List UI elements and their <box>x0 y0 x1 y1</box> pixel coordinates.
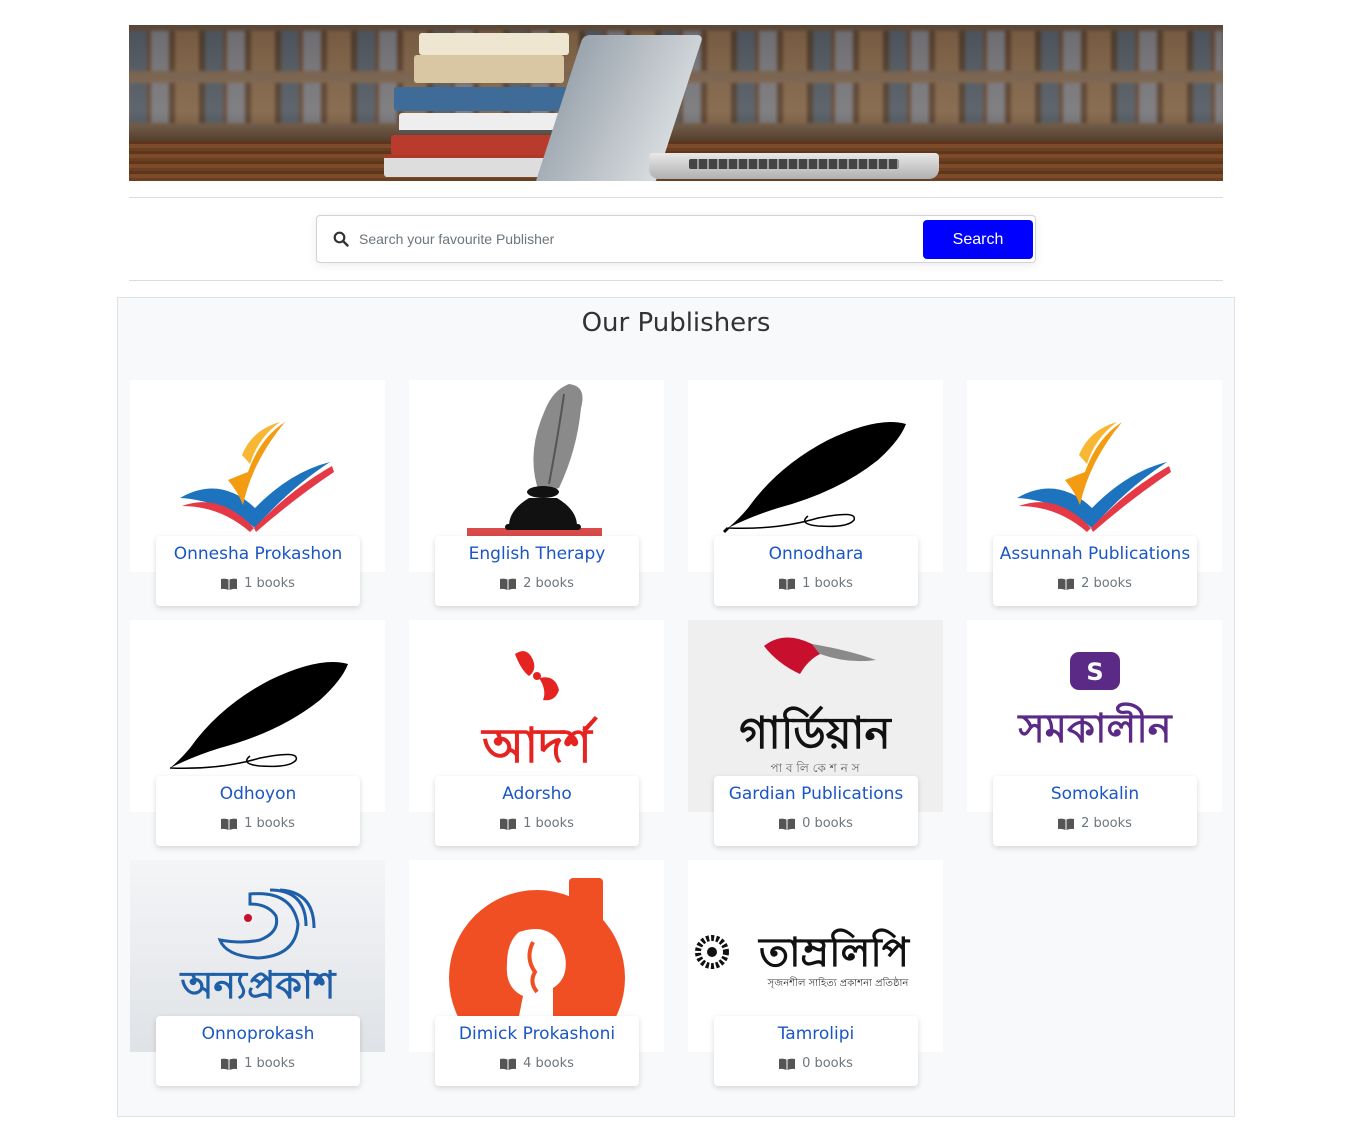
book-open-icon <box>500 578 517 590</box>
publisher-info: Onnodhara 1 books <box>714 536 918 606</box>
publisher-name-link[interactable]: English Therapy <box>435 544 639 564</box>
publisher-name-link[interactable]: Tamrolipi <box>714 1024 918 1044</box>
search-button[interactable]: Search <box>923 220 1033 259</box>
book-count-label: 0 books <box>802 816 853 831</box>
book-count: 1 books <box>435 816 639 831</box>
publisher-card[interactable]: English Therapy 2 books <box>409 380 664 610</box>
book-count-label: 4 books <box>523 1056 574 1071</box>
book-count-label: 2 books <box>523 576 574 591</box>
publisher-card[interactable]: আদর্শ Adorsho 1 books <box>409 620 664 850</box>
publisher-info: Dimick Prokashoni 4 books <box>435 1016 639 1086</box>
publisher-card[interactable]: তাম্রলিপি সৃজনশীল সাহিত্য প্রকাশনা প্রতি… <box>688 860 943 1090</box>
guardian-logo-text: গার্ডিয়ান <box>739 705 892 759</box>
book-count: 2 books <box>993 576 1197 591</box>
book-open-icon <box>500 818 517 830</box>
book-open-icon <box>779 578 796 590</box>
divider-bottom <box>129 280 1223 281</box>
book-open-icon <box>1058 818 1075 830</box>
publisher-card[interactable]: গার্ডিয়ান পা ব লি কে শ ন স Gardian Publ… <box>688 620 943 850</box>
publisher-name-link[interactable]: Onnodhara <box>714 544 918 564</box>
publisher-name-link[interactable]: Assunnah Publications <box>993 544 1197 564</box>
book-count-label: 1 books <box>244 576 295 591</box>
book-open-icon <box>779 818 796 830</box>
publisher-info: English Therapy 2 books <box>435 536 639 606</box>
publisher-card[interactable]: Dimick Prokashoni 4 books <box>409 860 664 1090</box>
publishers-section: Our Publishers Onnesha Prokashon 1 books <box>117 297 1235 1117</box>
book-count: 2 books <box>993 816 1197 831</box>
publisher-name-link[interactable]: Onnesha Prokashon <box>156 544 360 564</box>
book-count: 0 books <box>714 816 918 831</box>
book-count: 1 books <box>156 576 360 591</box>
book-open-icon <box>221 1058 238 1070</box>
publisher-card[interactable]: Onnodhara 1 books <box>688 380 943 610</box>
somokalin-logo-text: সমকালীন <box>1016 702 1173 752</box>
svg-text:S: S <box>1086 658 1103 686</box>
book-open-icon <box>1058 578 1075 590</box>
tamrolipi-logo-subtext: সৃজনশীল সাহিত্য প্রকাশনা প্রতিষ্ঠান <box>767 976 910 989</box>
onnoprokash-logo-text: অন্যপ্রকাশ <box>178 963 337 1007</box>
publisher-card[interactable]: অন্যপ্রকাশ Onnoprokash 1 books <box>130 860 385 1090</box>
publisher-info: Somokalin 2 books <box>993 776 1197 846</box>
guardian-logo-subtext: পা ব লি কে শ ন স <box>770 761 860 775</box>
book-count-label: 2 books <box>1081 576 1132 591</box>
search-input[interactable] <box>359 220 919 258</box>
book-open-icon <box>500 1058 517 1070</box>
book-count-label: 2 books <box>1081 816 1132 831</box>
publisher-name-link[interactable]: Onnoprokash <box>156 1024 360 1044</box>
publisher-info: Odhoyon 1 books <box>156 776 360 846</box>
publisher-name-link[interactable]: Gardian Publications <box>714 784 918 804</box>
book-count-label: 1 books <box>244 816 295 831</box>
book-count-label: 1 books <box>802 576 853 591</box>
publisher-info: Onnesha Prokashon 1 books <box>156 536 360 606</box>
search-bar: Search <box>316 215 1036 263</box>
book-count: 2 books <box>435 576 639 591</box>
publisher-info: Assunnah Publications 2 books <box>993 536 1197 606</box>
divider-top <box>129 197 1223 198</box>
book-count: 4 books <box>435 1056 639 1071</box>
book-count: 1 books <box>714 576 918 591</box>
book-count: 0 books <box>714 1056 918 1071</box>
publisher-info: Onnoprokash 1 books <box>156 1016 360 1086</box>
header-banner-image <box>129 25 1223 181</box>
adorsho-logo-text: আদর্শ <box>480 715 598 774</box>
book-count: 1 books <box>156 1056 360 1071</box>
publisher-card[interactable]: Onnesha Prokashon 1 books <box>130 380 385 610</box>
book-open-icon <box>221 818 238 830</box>
publisher-card[interactable]: Odhoyon 1 books <box>130 620 385 850</box>
book-count-label: 1 books <box>523 816 574 831</box>
publisher-name-link[interactable]: Adorsho <box>435 784 639 804</box>
search-icon <box>333 231 349 247</box>
publisher-name-link[interactable]: Dimick Prokashoni <box>435 1024 639 1044</box>
book-open-icon <box>779 1058 796 1070</box>
tamrolipi-logo-text: তাম্রলিপি <box>757 928 911 976</box>
book-count: 1 books <box>156 816 360 831</box>
publisher-card[interactable]: Assunnah Publications 2 books <box>967 380 1222 610</box>
publisher-info: Adorsho 1 books <box>435 776 639 846</box>
publisher-info: Tamrolipi 0 books <box>714 1016 918 1086</box>
book-count-label: 0 books <box>802 1056 853 1071</box>
book-open-icon <box>221 578 238 590</box>
publisher-name-link[interactable]: Somokalin <box>993 784 1197 804</box>
section-title: Our Publishers <box>581 308 771 338</box>
publisher-name-link[interactable]: Odhoyon <box>156 784 360 804</box>
publisher-info: Gardian Publications 0 books <box>714 776 918 846</box>
publisher-card[interactable]: S সমকালীন Somokalin 2 books <box>967 620 1222 850</box>
book-count-label: 1 books <box>244 1056 295 1071</box>
